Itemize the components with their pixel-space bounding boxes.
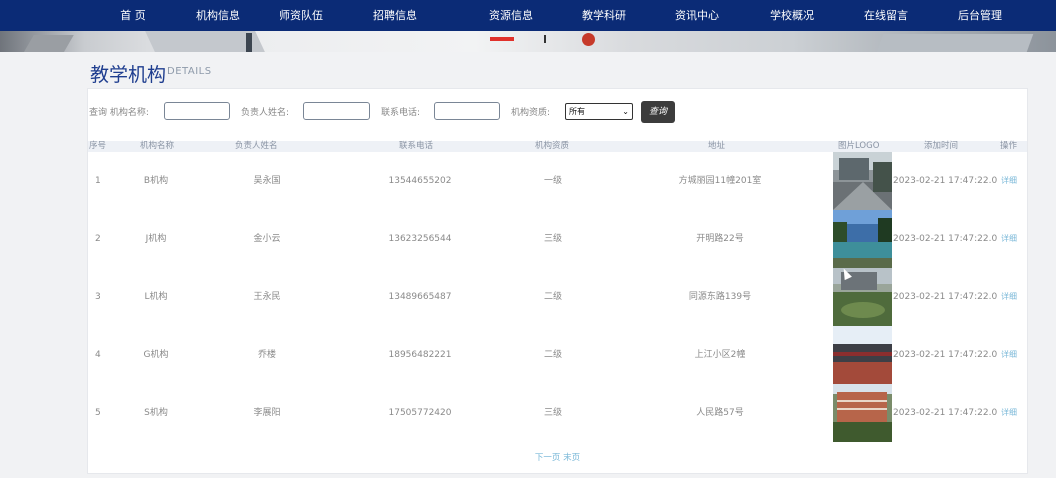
cell-phone: 18956482221 — [388, 350, 452, 360]
next-page-link[interactable]: 下一页 — [535, 453, 561, 463]
top-nav: 首 页 机构信息 师资队伍 招聘信息 资源信息 教学科研 资讯中心 学校概况 在… — [0, 0, 1056, 31]
detail-link[interactable]: 详细 — [1001, 268, 1017, 326]
cell-name: B机构 — [143, 176, 169, 186]
detail-link[interactable]: 详细 — [1001, 210, 1017, 268]
logo-thumbnail[interactable] — [833, 268, 892, 326]
detail-link[interactable]: 详细 — [1001, 152, 1017, 210]
cell-address: 同源东路139号 — [688, 292, 752, 302]
cell-name: G机构 — [143, 350, 169, 360]
table-row: 5 S机构 李展阳 17505772420 三级 人民路57号 2023-02-… — [88, 384, 1027, 442]
cell-phone: 13489665487 — [388, 292, 452, 302]
table-row: 3 L机构 王永民 13489665487 二级 同源东路139号 2023-0… — [88, 268, 1027, 326]
cell-address: 人民路57号 — [696, 408, 744, 418]
phone-input[interactable] — [434, 102, 500, 120]
logo-thumbnail[interactable] — [833, 152, 892, 210]
detail-link[interactable]: 详细 — [1001, 384, 1017, 442]
nav-item-research[interactable]: 教学科研 — [574, 0, 634, 31]
col-header-name: 机构名称 — [140, 141, 175, 151]
cell-level: 二级 — [543, 350, 563, 360]
page-title: 教学机构 — [90, 64, 167, 86]
col-header-no: 序号 — [89, 141, 107, 151]
chevron-down-icon: ⌄ — [622, 107, 629, 116]
cell-time: 2023-02-21 17:47:22.0 — [893, 350, 998, 360]
logo-thumbnail[interactable] — [833, 384, 892, 442]
cell-phone: 13544655202 — [388, 176, 452, 186]
cell-address: 开明路22号 — [696, 234, 744, 244]
name-input[interactable] — [164, 102, 230, 120]
cell-no: 5 — [95, 408, 101, 418]
cell-leader: 金小云 — [253, 234, 281, 244]
cell-address: 上江小区2幢 — [694, 350, 746, 360]
level-label: 机构资质: — [511, 108, 551, 118]
col-header-level: 机构资质 — [535, 141, 570, 151]
logo-thumbnail[interactable] — [833, 210, 892, 268]
banner-image — [0, 31, 1056, 52]
col-header-logo: 图片LOGO — [838, 141, 880, 151]
cell-time: 2023-02-21 17:47:22.0 — [893, 408, 998, 418]
cell-no: 4 — [95, 350, 101, 360]
nav-item-org[interactable]: 机构信息 — [188, 0, 248, 31]
cell-leader: 李展阳 — [253, 408, 281, 418]
page-subtitle: DETAILS — [167, 66, 212, 77]
cell-no: 2 — [95, 234, 101, 244]
col-header-address: 地址 — [708, 141, 726, 151]
nav-item-overview[interactable]: 学校概况 — [762, 0, 822, 31]
search-bar: 查询 机构名称: 负责人姓名: 联系电话: 机构资质: 所有 ⌄ 查询 — [88, 101, 1027, 123]
level-select-value: 所有 — [569, 107, 585, 116]
col-header-leader: 负责人姓名 — [235, 141, 278, 151]
cell-no: 3 — [95, 292, 101, 302]
cell-phone: 17505772420 — [388, 408, 452, 418]
cell-leader: 吴永国 — [253, 176, 281, 186]
cell-name: S机构 — [144, 408, 168, 418]
nav-item-teachers[interactable]: 师资队伍 — [271, 0, 331, 31]
cell-level: 三级 — [543, 408, 563, 418]
nav-item-home[interactable]: 首 页 — [110, 0, 156, 31]
cell-address: 方城丽园11幢201室 — [678, 176, 762, 186]
cell-name: L机构 — [144, 292, 168, 302]
leader-label: 负责人姓名: — [241, 108, 290, 118]
name-label: 查询 机构名称: — [89, 108, 149, 118]
phone-label: 联系电话: — [381, 108, 421, 118]
cell-level: 一级 — [543, 176, 563, 186]
cell-leader: 乔楼 — [257, 350, 277, 360]
nav-item-recruit[interactable]: 招聘信息 — [365, 0, 425, 31]
table-header: 序号 机构名称 负责人姓名 联系电话 机构资质 地址 图片LOGO 添加时间 操… — [88, 141, 1027, 152]
content-panel: 查询 机构名称: 负责人姓名: 联系电话: 机构资质: 所有 ⌄ 查询 序号 机… — [87, 88, 1028, 474]
cell-time: 2023-02-21 17:47:22.0 — [893, 234, 998, 244]
cell-name: J机构 — [145, 234, 167, 244]
leader-input[interactable] — [303, 102, 370, 120]
nav-item-resources[interactable]: 资源信息 — [481, 0, 541, 31]
table-row: 4 G机构 乔楼 18956482221 二级 上江小区2幢 2023-02-2… — [88, 326, 1027, 384]
cell-time: 2023-02-21 17:47:22.0 — [893, 176, 998, 186]
pagination: 下一页 末页 — [88, 451, 1027, 463]
level-select[interactable]: 所有 ⌄ — [565, 103, 633, 120]
table-row: 1 B机构 吴永国 13544655202 一级 方城丽园11幢201室 202… — [88, 152, 1027, 210]
nav-item-admin[interactable]: 后台管理 — [950, 0, 1010, 31]
col-header-time: 添加时间 — [924, 141, 959, 151]
cell-time: 2023-02-21 17:47:22.0 — [893, 292, 998, 302]
cell-level: 二级 — [543, 292, 563, 302]
table-row: 2 J机构 金小云 13623256544 三级 开明路22号 2023-02-… — [88, 210, 1027, 268]
col-header-action: 操作 — [1000, 141, 1018, 151]
logo-thumbnail[interactable] — [833, 326, 892, 384]
last-page-link[interactable]: 末页 — [563, 453, 580, 463]
search-button[interactable]: 查询 — [641, 101, 675, 123]
detail-link[interactable]: 详细 — [1001, 326, 1017, 384]
nav-item-message[interactable]: 在线留言 — [856, 0, 916, 31]
cell-no: 1 — [95, 176, 101, 186]
cell-level: 三级 — [543, 234, 563, 244]
cell-leader: 王永民 — [253, 292, 281, 302]
nav-item-news[interactable]: 资讯中心 — [667, 0, 727, 31]
col-header-phone: 联系电话 — [399, 141, 434, 151]
cell-phone: 13623256544 — [388, 234, 452, 244]
